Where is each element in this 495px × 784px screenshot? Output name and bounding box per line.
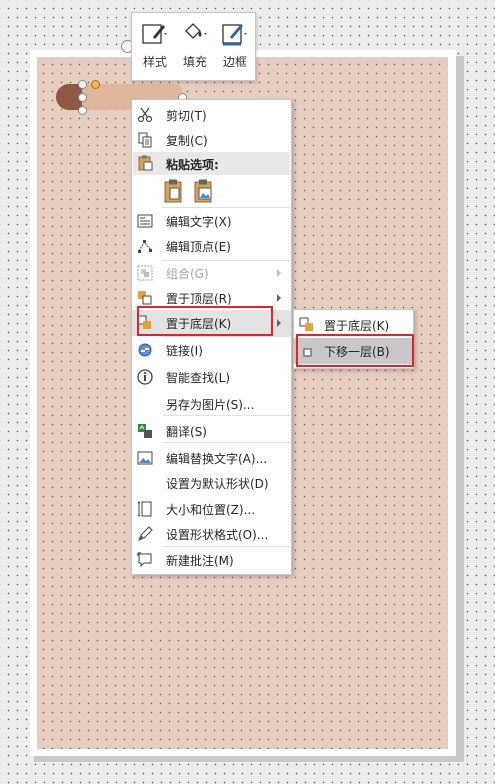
menu-item-group[interactable]: 组合(G)	[132, 260, 291, 286]
send-to-back-icon	[299, 317, 313, 331]
menu-item-label: 设置为默认形状(D)	[166, 477, 269, 491]
link-icon	[138, 343, 152, 357]
edit-points-icon	[138, 240, 152, 253]
fill-button[interactable]: 填充	[176, 13, 214, 80]
menu-item-label: 复制(C)	[166, 134, 208, 148]
paint-bucket-icon	[185, 23, 207, 39]
menu-item-label: 智能查找(L)	[166, 371, 231, 385]
highlight-box-send-to-back	[137, 306, 273, 336]
paste-icon	[138, 155, 153, 171]
menu-item-label: 另存为图片(S)...	[166, 398, 255, 412]
alt-text-icon	[137, 451, 153, 465]
border-label: 边框	[222, 55, 247, 69]
pen-outline-icon	[222, 24, 247, 46]
resize-handle-bottom-left[interactable]	[78, 106, 87, 115]
resize-handle-top-left[interactable]	[78, 80, 87, 89]
new-comment-icon	[137, 552, 152, 568]
menu-item-label: 编辑替换文字(A)...	[166, 452, 268, 466]
menu-item-smart-lookup[interactable]: 智能查找(L)	[132, 364, 291, 390]
resize-handle-left[interactable]	[78, 93, 87, 102]
menu-item-copy[interactable]: 复制(C)	[132, 127, 291, 153]
paste-options-label: 粘贴选项:	[166, 158, 219, 172]
menu-item-link[interactable]: 链接(I)	[132, 337, 291, 363]
paste-as-picture-icon[interactable]	[193, 179, 213, 203]
menu-item-edit-points[interactable]: 编辑顶点(E)	[132, 233, 291, 259]
menu-item-translate[interactable]: 翻译(S)	[132, 418, 291, 444]
menu-item-format-shape[interactable]: 设置形状格式(O)...	[132, 521, 291, 547]
menu-item-size-position[interactable]: 大小和位置(Z)...	[132, 496, 291, 522]
menu-separator	[162, 415, 290, 416]
fill-label: 填充	[182, 55, 207, 69]
menu-item-label: 编辑文字(X)	[166, 215, 232, 229]
size-position-icon	[137, 501, 152, 517]
translate-icon	[138, 424, 152, 438]
mini-toolbar: 样式 填充 边框	[131, 12, 256, 81]
menu-item-set-default-shape[interactable]: 设置为默认形状(D)	[132, 470, 291, 496]
submenu-arrow-icon	[277, 294, 281, 302]
highlight-box-send-backward	[296, 334, 414, 367]
menu-item-save-as-picture[interactable]: 另存为图片(S)...	[132, 391, 291, 417]
menu-item-label: 剪切(T)	[166, 109, 207, 123]
menu-item-label: 链接(I)	[166, 344, 203, 358]
context-menu: 剪切(T) 复制(C) 粘贴选项: 编辑文字(X) 编辑顶点(E) 组合(G) …	[131, 99, 292, 575]
style-brush-icon	[142, 24, 167, 44]
submenu-item-label: 置于底层(K)	[324, 319, 390, 333]
style-button[interactable]: 样式	[136, 13, 174, 80]
menu-item-label: 编辑顶点(E)	[166, 240, 231, 254]
submenu-arrow-icon	[277, 269, 281, 277]
menu-item-label: 组合(G)	[166, 267, 209, 281]
style-label: 样式	[142, 55, 167, 69]
adjust-handle[interactable]	[91, 80, 100, 89]
group-icon	[137, 265, 153, 281]
menu-item-label: 大小和位置(Z)...	[166, 503, 256, 517]
border-button[interactable]: 边框	[216, 13, 254, 80]
copy-icon	[138, 132, 152, 148]
smart-lookup-icon	[137, 369, 153, 385]
menu-item-new-comment[interactable]: 新建批注(M)	[132, 547, 291, 573]
menu-item-label: 翻译(S)	[166, 425, 207, 439]
menu-item-edit-text[interactable]: 编辑文字(X)	[132, 208, 291, 234]
paste-keep-source-icon[interactable]	[163, 179, 183, 203]
menu-item-edit-alt-text[interactable]: 编辑替换文字(A)...	[132, 445, 291, 471]
format-shape-icon	[138, 526, 153, 541]
paste-options-header: 粘贴选项:	[133, 152, 290, 175]
menu-item-cut[interactable]: 剪切(T)	[132, 102, 291, 128]
edit-text-icon	[137, 214, 153, 228]
menu-separator	[162, 442, 290, 443]
menu-item-label: 设置形状格式(O)...	[166, 528, 269, 542]
submenu-arrow-icon	[277, 319, 281, 327]
bring-to-front-icon	[138, 291, 152, 305]
scissors-icon	[137, 107, 153, 123]
menu-item-label: 置于顶层(R)	[166, 292, 232, 306]
menu-item-label: 新建批注(M)	[166, 554, 234, 568]
